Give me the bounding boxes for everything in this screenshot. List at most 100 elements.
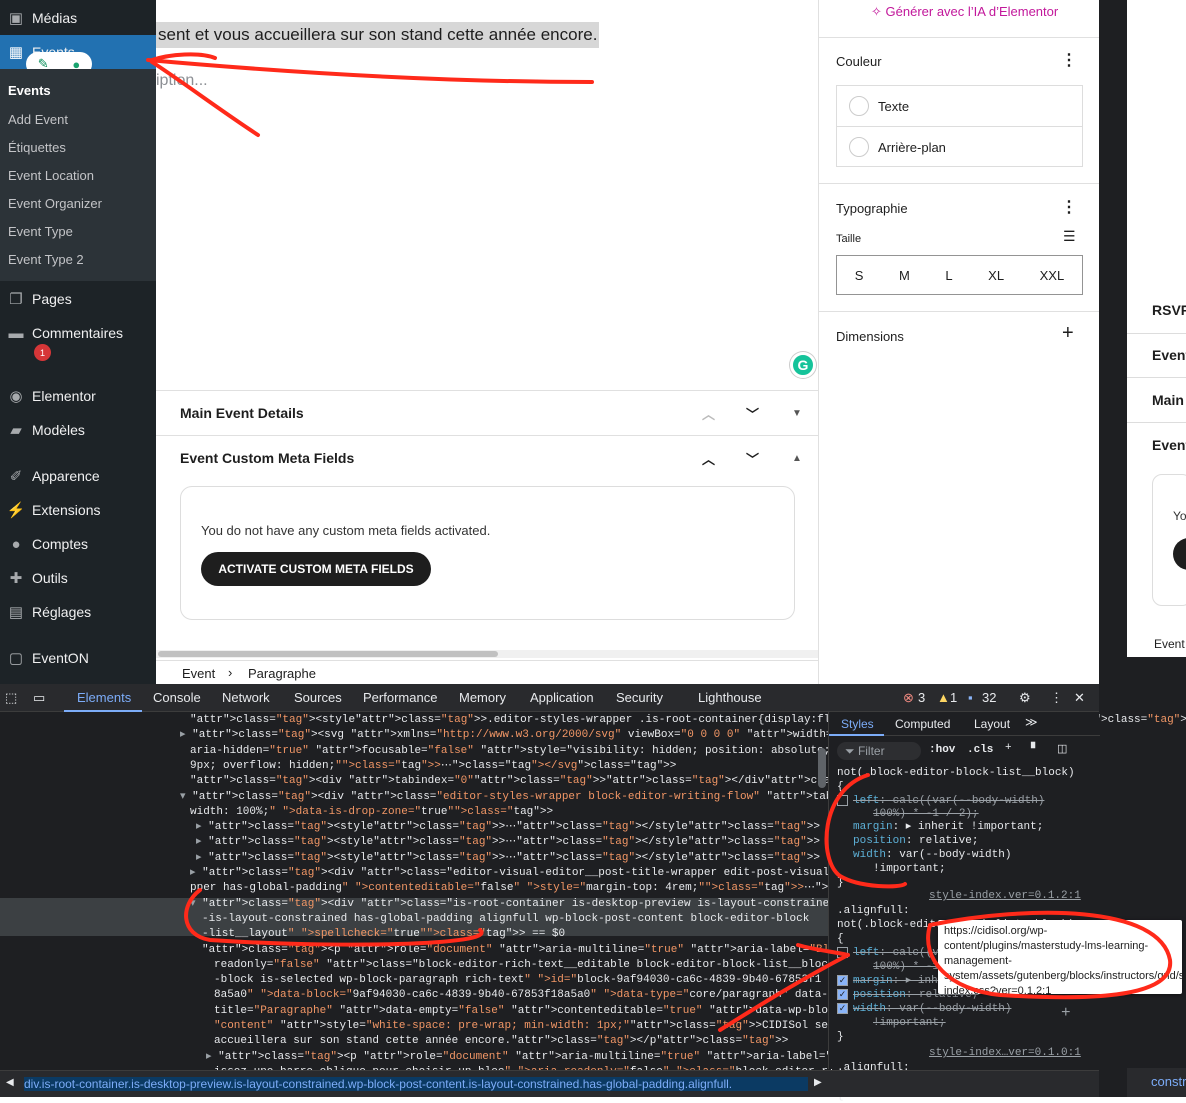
settings-gear-icon[interactable]: ⚙ [1019,690,1031,706]
submenu-event-type[interactable]: Event Type [8,224,73,239]
menu-extensions[interactable]: ⚡ Extensions [0,493,156,527]
submenu-event-type-2[interactable]: Event Type 2 [8,252,84,267]
css-line[interactable]: { [837,932,844,946]
inspect-icon[interactable]: ⬚ [5,690,17,706]
info-icon[interactable]: ▪ [968,690,973,705]
hov-toggle[interactable]: :hov [929,744,955,756]
styles-filter-input[interactable]: ⏷ Filter [837,742,921,760]
tab-memory[interactable]: Memory [459,690,506,705]
property-checkbox[interactable]: ✓ [837,1003,848,1014]
menu-comments[interactable]: ▬ Commentaires [0,316,156,350]
tab-application[interactable]: Application [530,690,594,705]
size-s[interactable]: S [855,268,864,283]
tab-computed[interactable]: Computed [895,717,950,731]
dom-breadcrumb[interactable]: div.is-root-container.is-desktop-preview… [24,1077,808,1091]
horizontal-scrollbar[interactable] [156,650,818,658]
sidebar-toggle-icon[interactable]: ◫ [1057,742,1067,756]
tab-performance[interactable]: Performance [363,690,437,705]
menu-modeles[interactable]: ▰ Modèles [0,413,156,447]
tab-sources[interactable]: Sources [294,690,342,705]
chevron-down-icon[interactable]: ﹀ [746,404,759,423]
dom-line[interactable]: 8a5a0" ">data-block="9af94030-ca6c-4839-… [214,988,828,1003]
dom-line[interactable]: -is-layout-constrained has-global-paddin… [202,912,809,927]
tab-layout[interactable]: Layout [974,717,1010,731]
style-source-link-2[interactable]: style-index…ver=0.1.0:1 [929,1047,1081,1059]
css-line[interactable]: width: var(--body-width) [853,848,1011,862]
close-icon[interactable]: ✕ [1074,690,1085,706]
menu-eventon[interactable]: ▢ EventON [0,641,156,675]
menu-outils[interactable]: ✚ Outils [0,561,156,595]
tab-styles[interactable]: Styles [841,717,874,731]
css-line[interactable]: margin: ▸ inherit !important; [853,820,1043,834]
panel-custom-meta-fields[interactable]: Event Custom Meta Fields ︿ ﹀ ▲ [156,435,818,480]
css-line[interactable]: left: calc((var(--body-width) [853,794,1044,808]
menu-elementor[interactable]: ◉ Elementor [0,379,156,413]
dom-line[interactable]: "attr">class="tag"><div "attr">tabindex=… [190,774,896,789]
more-options-icon[interactable]: ⋮ [1061,50,1077,70]
more-tabs-icon[interactable]: ≫ [1025,715,1038,729]
size-l[interactable]: L [945,268,952,283]
property-checkbox[interactable] [837,795,848,806]
scroll-right-icon[interactable]: ▶ [814,1077,822,1088]
dom-line[interactable]: 9px; overflow: hidden;"">class="tag">>⋯"… [190,759,676,774]
font-size-picker[interactable]: S M L XL XXL [836,255,1083,295]
size-m[interactable]: M [899,268,910,283]
color-arriere-plan-option[interactable]: Arrière-plan [837,127,1082,167]
submenu-events[interactable]: Events [8,83,51,98]
tab-network[interactable]: Network [222,690,270,705]
paint-icon[interactable]: ▘ [1031,742,1039,756]
selected-paragraph[interactable]: sent et vous accueillera sur son stand c… [156,22,600,48]
menu-medias[interactable]: ▣ Médias [0,1,156,35]
property-checkbox[interactable] [837,947,848,958]
editor-canvas[interactable]: sent et vous accueillera sur son stand c… [156,0,818,390]
dom-line[interactable]: width: 100%;" ">data-is-drop-zone="true"… [190,805,553,820]
caret-down-icon[interactable]: ▼ [792,408,802,419]
size-xxl[interactable]: XXL [1040,268,1065,283]
dom-line[interactable]: readonly="false" "attr">class="block-edi… [214,958,854,973]
warning-icon[interactable]: ▲ [937,690,950,705]
dom-line[interactable]: accueillera sur son stand cette année en… [214,1034,788,1049]
panel-main-event-details[interactable]: Main Event Details ︿ ﹀ ▼ [156,390,818,435]
dom-line[interactable]: ▸ "attr">class="tag"><style"attr">class=… [196,851,820,866]
css-line[interactable]: 100%) * -1 / 2); [873,807,979,821]
css-line[interactable]: not(.block-editor-block-list__block) [837,766,1075,780]
error-icon[interactable]: ⊗ [903,690,914,706]
chevron-down-icon[interactable]: ﹀ [746,449,759,468]
elementor-ai-link[interactable]: ✧ Générer avec l’IA d’Elementor [871,4,1058,20]
size-xl[interactable]: XL [988,268,1004,283]
chevron-up-icon[interactable]: ︿ [702,449,715,468]
tab-security[interactable]: Security [616,690,663,705]
device-toggle-icon[interactable]: ▭ [33,690,45,706]
css-line[interactable]: } [837,876,844,890]
dom-line[interactable]: aria-hidden="true" "attr">focusable="fal… [190,744,903,759]
submenu-event-location[interactable]: Event Location [8,168,94,183]
dom-scrollbar[interactable] [818,748,826,788]
css-line[interactable]: .alignfull: [837,904,910,918]
more-options-icon[interactable]: ⋮ [1061,197,1077,217]
menu-reglages[interactable]: ▤ Réglages [0,595,156,629]
add-property-icon[interactable]: + [1061,1004,1071,1022]
chevron-up-icon[interactable]: ︿ [702,404,715,423]
breadcrumb-event[interactable]: Event [182,666,215,681]
activate-custom-meta-button[interactable]: ACTIVATE CUSTOM META FIELDS [201,552,431,586]
tab-console[interactable]: Console [153,690,201,705]
cls-toggle[interactable]: .cls [967,744,993,756]
css-line[interactable]: { [837,780,844,794]
submenu-add-event[interactable]: Add Event [8,112,68,127]
grammarly-icon[interactable]: G [790,352,816,378]
property-checkbox[interactable]: ✓ [837,975,848,986]
new-rule-icon[interactable]: + [1005,742,1012,754]
dom-line[interactable]: ▸ "attr">class="tag"><style"attr">class=… [196,820,820,835]
style-source-link-1[interactable]: style-index.ver=0.1.2:1 [929,890,1081,902]
property-checkbox[interactable]: ✓ [837,989,848,1000]
color-texte-option[interactable]: Texte [837,86,1082,127]
breadcrumb-paragraphe[interactable]: Paragraphe [248,666,316,681]
css-line[interactable]: } [837,1030,844,1044]
dom-line[interactable]: ▸ "attr">class="tag"><style"attr">class=… [196,835,820,850]
submenu-event-organizer[interactable]: Event Organizer [8,196,102,211]
css-line[interactable]: width: var(--body-width) [853,1002,1011,1016]
css-line[interactable]: position: relative; [853,834,978,848]
kebab-menu-icon[interactable]: ⋮ [1050,690,1063,706]
submenu-etiquettes[interactable]: Étiquettes [8,140,66,155]
sliders-icon[interactable]: ☰ [1063,228,1076,245]
